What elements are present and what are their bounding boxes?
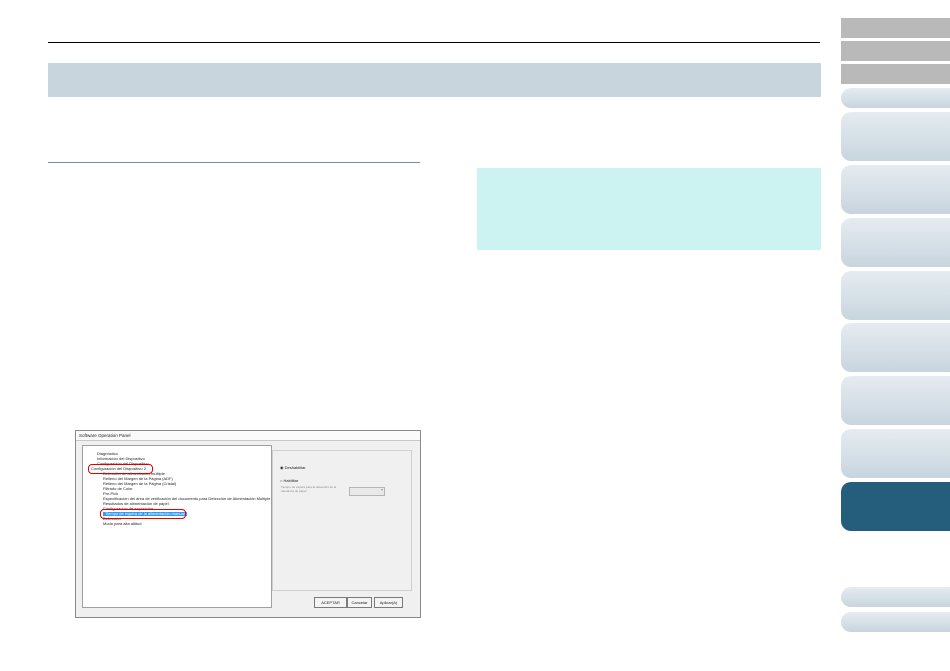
- nav-tab-10[interactable]: [841, 376, 950, 425]
- subsection-rule: [48, 162, 420, 163]
- nav-tab-active[interactable]: [841, 482, 950, 531]
- nav-tab-11[interactable]: [841, 429, 950, 478]
- disable-label: Deshabilitar: [284, 465, 306, 470]
- nav-tab-4[interactable]: [841, 88, 950, 108]
- note-box: [477, 168, 821, 250]
- nav-tab-2[interactable]: [841, 41, 950, 61]
- header-rule: [48, 42, 820, 43]
- options-panel: ◉ Deshabilitar ○ Habilitar Tiempo de esp…: [272, 450, 412, 591]
- software-operation-panel-dialog: Software Operation Panel Diagnóstico Inf…: [75, 430, 421, 618]
- disable-radio[interactable]: ◉ Deshabilitar: [280, 465, 306, 470]
- nav-tab-bottom-1[interactable]: [841, 587, 950, 607]
- highlight-ring-group: [88, 464, 153, 474]
- dialog-title: Software Operation Panel: [79, 433, 131, 438]
- nav-tab-3[interactable]: [841, 64, 950, 84]
- enable-radio[interactable]: ○ Habilitar: [280, 478, 298, 483]
- chevron-down-icon: ▾: [380, 487, 383, 492]
- section-title-bar: [48, 63, 821, 97]
- dialog-titlebar: Software Operation Panel: [76, 431, 420, 441]
- highlight-ring-item: [100, 509, 186, 519]
- tree-item[interactable]: Modo para alta altitud: [103, 522, 141, 526]
- nav-tab-bottom-2[interactable]: [841, 612, 950, 632]
- apply-button[interactable]: Aplicar(A): [374, 597, 403, 608]
- timeout-select[interactable]: ▾: [349, 487, 385, 496]
- nav-tab-9[interactable]: [841, 323, 950, 372]
- timeout-label: Tiempo de espera para la detección de la…: [281, 485, 337, 493]
- nav-tab-1[interactable]: [841, 18, 950, 38]
- cancel-button[interactable]: Cancelar: [347, 597, 372, 608]
- nav-tab-7[interactable]: [841, 218, 950, 267]
- enable-label: Habilitar: [283, 478, 299, 483]
- settings-tree: Diagnóstico Información del Dispositivo …: [82, 445, 272, 608]
- nav-tab-5[interactable]: [841, 112, 950, 161]
- nav-tab-6[interactable]: [841, 165, 950, 214]
- ok-button[interactable]: ACEPTAR: [314, 597, 347, 608]
- nav-tab-8[interactable]: [841, 271, 950, 320]
